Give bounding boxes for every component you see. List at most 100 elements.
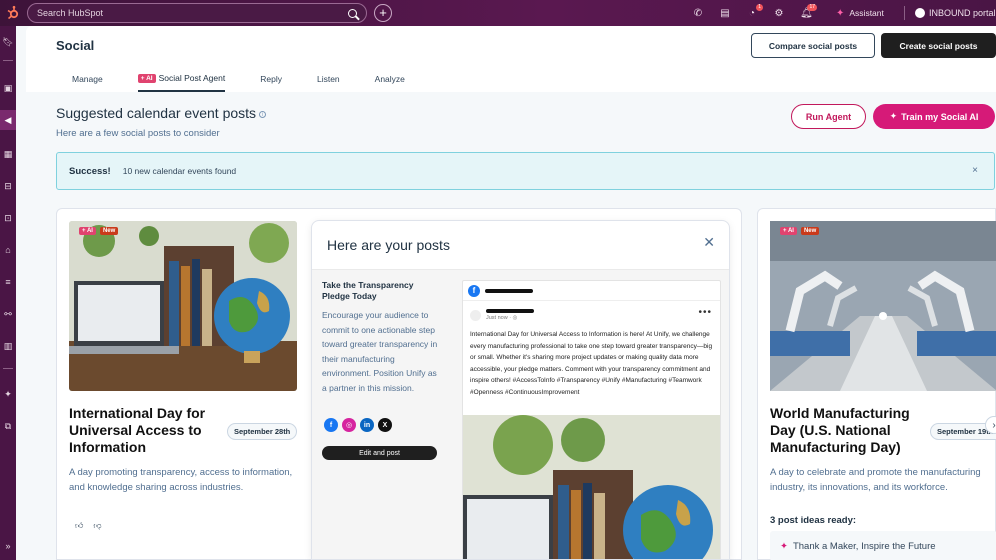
- tab-bar: Manage + AI Social Post Agent Reply Liste…: [72, 66, 440, 92]
- success-alert: Success! 10 new calendar events found ×: [56, 152, 995, 190]
- edit-and-post-button[interactable]: Edit and post: [322, 446, 437, 460]
- settings-gear-icon[interactable]: ⚙: [773, 8, 785, 19]
- preview-post-image: [463, 415, 720, 559]
- tab-label: Listen: [316, 74, 340, 84]
- ai-badge: + AI: [780, 227, 797, 235]
- section-title: Suggested calendar event posts i: [56, 105, 267, 121]
- search-input[interactable]: Search HubSpot: [27, 3, 367, 23]
- quick-create-plus-icon[interactable]: +: [374, 4, 392, 22]
- automation-icon[interactable]: ⌂: [2, 244, 14, 256]
- thumbs-down-icon[interactable]: 👎︎: [93, 521, 101, 531]
- post-idea-label: Thank a Maker, Inspire the Future: [792, 540, 936, 552]
- marketing-megaphone-icon[interactable]: ◀: [0, 110, 16, 130]
- new-badge: New: [99, 227, 119, 235]
- hubspot-logo-icon[interactable]: [0, 0, 26, 26]
- run-agent-button[interactable]: Run Agent: [791, 104, 866, 129]
- linkedin-icon[interactable]: in: [360, 418, 374, 432]
- close-icon[interactable]: ✕: [703, 234, 715, 251]
- more-options-icon[interactable]: •••: [698, 307, 712, 318]
- tab-label: Reply: [260, 74, 282, 84]
- marketplace-icon[interactable]: ▤: [719, 8, 731, 19]
- tab-label: Manage: [72, 74, 103, 84]
- post-ideas-label: 3 post ideas ready:: [770, 515, 857, 526]
- bookmark-icon[interactable]: 🔖︎: [2, 36, 14, 48]
- posts-modal: Here are your posts ✕ Take the Transpare…: [311, 220, 730, 560]
- search-icon[interactable]: [348, 8, 357, 18]
- workflow-icon[interactable]: ⚯: [2, 308, 14, 320]
- modal-body: Take the Transparency Pledge Today Encou…: [312, 269, 729, 559]
- account-menu[interactable]: INBOUND portal: [915, 0, 996, 26]
- left-sidebar: 🔖︎ ▣ ◀ ▦ ⊟ ⊡ ⌂ ≡ ⚯ ▥ ✦ ⧉ »: [0, 26, 16, 560]
- tab-label: Social Post Agent: [158, 73, 226, 83]
- x-twitter-icon[interactable]: X: [378, 418, 392, 432]
- tab-analyze[interactable]: Analyze: [375, 66, 405, 92]
- close-icon[interactable]: ×: [972, 165, 978, 176]
- preview-post-text: International Day for Universal Access t…: [470, 331, 713, 396]
- train-label: Train my Social AI: [901, 111, 979, 122]
- data-icon[interactable]: ≡: [2, 276, 14, 288]
- event-image: + AI New: [770, 221, 996, 391]
- service-icon[interactable]: ⊡: [2, 212, 14, 224]
- notifications-badge: 17: [807, 3, 817, 11]
- assistant-label: Assistant: [849, 8, 884, 18]
- apps-icon[interactable]: ⧉: [2, 420, 14, 432]
- create-social-posts-button[interactable]: Create social posts: [881, 33, 996, 58]
- event-date-badge: September 28th: [227, 423, 298, 440]
- thumbs-up-icon[interactable]: 👍︎: [75, 521, 83, 531]
- tab-social-post-agent[interactable]: + AI Social Post Agent: [137, 66, 226, 92]
- chevron-right-icon[interactable]: ›: [985, 416, 996, 434]
- portal-name: INBOUND portal: [929, 8, 996, 18]
- search-placeholder: Search HubSpot: [37, 8, 104, 18]
- phone-icon[interactable]: ✆: [692, 8, 704, 19]
- redacted-name-bar: [485, 288, 533, 293]
- avatar: [915, 8, 925, 18]
- page-header: Social Compare social posts Create socia…: [26, 26, 996, 92]
- robotic-factory-illustration: [770, 221, 996, 391]
- info-icon[interactable]: i: [259, 110, 267, 118]
- section-subtitle: Here are a few social posts to consider: [56, 128, 220, 139]
- event-description: A day to celebrate and promote the manuf…: [770, 467, 981, 493]
- social-network-icons: f ◎ in X: [324, 418, 392, 432]
- reporting-icon[interactable]: ▥: [2, 340, 14, 352]
- alert-title: Success!: [69, 165, 111, 177]
- redacted-author-bar: [486, 309, 534, 313]
- avatar: [470, 309, 481, 321]
- expand-sidebar-icon[interactable]: »: [2, 540, 14, 552]
- assistant-button[interactable]: ✦ Assistant: [836, 0, 884, 26]
- instagram-icon[interactable]: ◎: [342, 418, 356, 432]
- post-idea-item[interactable]: ✦ Thank a Maker, Inspire the Future: [770, 531, 996, 560]
- sparkle-icon: ✦: [889, 111, 898, 121]
- ai-badge: + AI: [79, 227, 96, 235]
- laptop-globe-illustration: [69, 221, 297, 391]
- laptop-globe-illustration: [463, 415, 720, 559]
- sparkle-icon: ✦: [780, 540, 788, 552]
- section-title-text: Suggested calendar event posts: [56, 105, 257, 121]
- post-description: Encourage your audience to commit to one…: [322, 310, 438, 393]
- crm-icon[interactable]: ▣: [2, 82, 14, 94]
- post-heading: Take the Transparency Pledge Today: [322, 280, 414, 301]
- new-badge: New: [800, 227, 820, 235]
- modal-title: Here are your posts: [327, 237, 450, 253]
- event-title: International Day for Universal Access t…: [69, 405, 206, 455]
- post-timestamp: Just now · ◎: [486, 315, 518, 321]
- preview-author: Just now · ◎: [470, 309, 534, 321]
- compare-social-posts-button[interactable]: Compare social posts: [751, 33, 875, 58]
- topbar-divider: [904, 6, 905, 20]
- help-icon[interactable]: ◔ 1: [746, 3, 763, 19]
- breeze-sparkle-icon[interactable]: ✦: [2, 388, 14, 400]
- commerce-icon[interactable]: ⊟: [2, 180, 14, 192]
- train-social-ai-button[interactable]: ✦ Train my Social AI: [873, 104, 995, 129]
- event-title: World Manufacturing Day (U.S. National M…: [770, 405, 910, 455]
- tab-reply[interactable]: Reply: [260, 66, 282, 92]
- event-description: A day promoting transparency, access to …: [69, 467, 293, 493]
- notifications-bell-icon[interactable]: 🔔︎ 17: [800, 3, 817, 19]
- tab-label: Analyze: [374, 74, 405, 84]
- preview-header: f: [463, 281, 720, 301]
- event-image: + AI New: [69, 221, 297, 391]
- facebook-icon[interactable]: f: [324, 418, 338, 432]
- sparkle-icon: ✦: [836, 7, 845, 19]
- facebook-icon: f: [468, 284, 480, 297]
- content-icon[interactable]: ▦: [2, 148, 14, 160]
- tab-listen[interactable]: Listen: [317, 66, 340, 92]
- tab-manage[interactable]: Manage: [72, 66, 103, 92]
